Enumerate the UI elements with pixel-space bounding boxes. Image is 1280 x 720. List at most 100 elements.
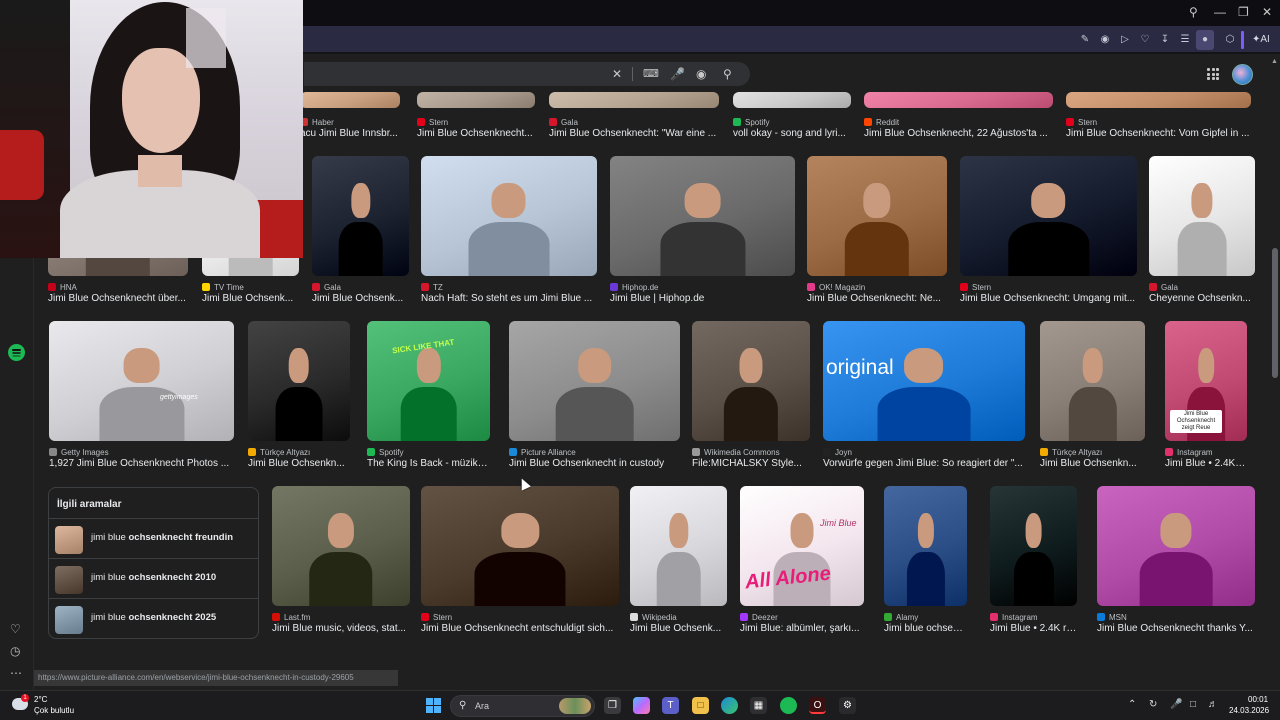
result-title[interactable]: Jimi Blue | Hiphop.de [610,293,795,306]
mic-icon[interactable]: 🎤 [670,67,685,81]
result-title[interactable]: Jimi Blue Ochsenk... [202,293,299,306]
weather-desc[interactable]: Çok bulutlu [34,706,74,715]
clock-date[interactable]: 24.03.2026 [1229,706,1269,715]
weather-temp[interactable]: 2°C [34,695,47,704]
spotify-icon[interactable] [8,344,25,361]
more-icon[interactable]: ⋯ [10,666,22,680]
result-thumbnail[interactable] [610,156,795,276]
result-thumbnail[interactable] [421,156,597,276]
keyboard-icon[interactable]: ⌨ [643,67,659,81]
search-input[interactable]: ✕ ⌨ 🎤 ◉ ⚲ [304,62,750,86]
result-thumbnail[interactable] [248,321,350,441]
result-thumbnail[interactable] [1066,92,1251,108]
result-thumbnail[interactable] [417,92,535,108]
edge-icon[interactable] [721,697,738,714]
result-title[interactable]: Jimi Blue Ochsenknecht thanks Y... [1097,623,1255,636]
settings-gear-icon[interactable]: ⚙ [839,697,856,714]
clock-time[interactable]: 00:01 [1248,695,1268,704]
result-title[interactable]: Vorwürfe gegen Jimi Blue: So reagiert de… [823,458,1025,471]
result-thumbnail[interactable] [421,486,619,606]
result-title[interactable]: voll okay - song and lyri... [733,128,851,141]
close-icon[interactable]: ✕ [612,67,622,81]
result-title[interactable]: Jimi Blue Ochsenknecht, 22 Ağustos'ta ..… [864,128,1053,141]
profile-avatar[interactable] [1232,64,1253,85]
result-source[interactable]: Joyn [823,446,1025,458]
history-icon[interactable]: ◷ [10,644,20,658]
related-search-item[interactable]: jimi blue ochsenknecht 2010 [49,558,258,596]
scroll-up-icon[interactable]: ▲ [1271,58,1278,65]
result-source[interactable]: Picture Alliance [509,446,680,458]
result-thumbnail[interactable] [990,486,1077,606]
volume-icon[interactable]: ♬ [1208,699,1218,710]
result-thumbnail[interactable] [807,156,947,276]
result-title[interactable]: Jimi Blue Ochsenkn... [1040,458,1145,471]
result-source[interactable]: Getty Images [49,446,234,458]
heart-icon[interactable]: ♡ [1139,34,1151,46]
result-source[interactable]: Deezer [740,611,864,623]
restore-icon[interactable]: ❐ [1238,5,1249,19]
taskbar-search[interactable]: ⚲ Ara [450,695,595,717]
result-source[interactable]: Stern [960,281,1137,293]
result-source[interactable]: Spotify [733,116,851,128]
result-title[interactable]: Jimi blue ochsenkn... [884,623,967,636]
result-thumbnail[interactable] [367,321,490,441]
result-title[interactable]: Jimi Blue: albümler, şarkı... [740,623,864,636]
result-thumbnail[interactable] [1040,321,1145,441]
result-thumbnail[interactable] [733,92,851,108]
result-title[interactable]: Jimi Blue Ochsenknecht entschuldigt sich… [421,623,619,636]
result-title[interactable]: Jimi Blue Ochsenk... [630,623,727,636]
store-icon[interactable]: ▦ [750,697,767,714]
result-source[interactable]: Türkçe Altyazı [1040,446,1145,458]
chevron-up-icon[interactable]: ⌃ [1128,699,1136,710]
windows-start-icon[interactable] [426,698,441,713]
result-thumbnail[interactable] [312,156,409,276]
scroll-thumb[interactable] [1272,248,1278,378]
result-source[interactable]: Haber [300,116,400,128]
result-title[interactable]: File:MICHALSKY Style... [692,458,810,471]
result-source[interactable]: Last.fm [272,611,410,623]
result-source[interactable]: Türkçe Altyazı [248,446,350,458]
scrollbar[interactable]: ▲ [1270,56,1280,690]
result-title[interactable]: Jimi Blue Ochsenknecht in custody [509,458,680,471]
result-thumbnail[interactable] [864,92,1053,108]
lens-icon[interactable]: ◉ [696,67,706,81]
result-thumbnail[interactable] [630,486,727,606]
result-title[interactable]: Cheyenne Ochsenkn... [1149,293,1255,306]
result-source[interactable]: Instagram [1165,446,1247,458]
task-view-icon[interactable]: ❐ [604,697,621,714]
box-icon[interactable]: ⬡ [1224,34,1236,46]
result-title[interactable]: Nach Haft: So steht es um Jimi Blue ... [421,293,597,306]
ai-button[interactable]: ✦AI [1252,31,1276,49]
result-thumbnail[interactable] [823,321,1025,441]
result-source[interactable]: Stern [1066,116,1251,128]
result-source[interactable]: Reddit [864,116,1053,128]
apps-grid-icon[interactable] [1207,68,1219,80]
result-thumbnail[interactable] [960,156,1137,276]
menu-icon[interactable]: ☰ [1179,34,1191,46]
teams-icon[interactable]: T [662,697,679,714]
result-source[interactable]: TZ [421,281,597,293]
result-title[interactable]: Jimi Blue Ochsenknecht über... [48,293,188,306]
result-source[interactable]: Gala [1149,281,1255,293]
result-title[interactable]: Jimi Blue Ochsenknecht... [417,128,535,141]
result-source[interactable]: Stern [417,116,535,128]
result-source[interactable]: Spotify [367,446,490,458]
minimize-icon[interactable]: — [1214,5,1226,19]
result-source[interactable]: Wikipedia [630,611,727,623]
copilot-icon[interactable] [633,697,650,714]
result-source[interactable]: MSN [1097,611,1255,623]
related-search-item[interactable]: jimi blue ochsenknecht 2025 [49,598,258,636]
result-title[interactable]: The King Is Back - müzik v... [367,458,490,471]
result-title[interactable]: Jimi Blue • 2.4K re... [1165,458,1247,471]
search-icon[interactable]: ⚲ [723,67,732,81]
result-thumbnail[interactable] [49,321,234,441]
result-source[interactable]: Stern [421,611,619,623]
camera-icon[interactable]: ◉ [1099,34,1111,46]
result-source[interactable]: Alamy [884,611,967,623]
result-title[interactable]: Jimi Blue Ochsenknecht: Ne... [807,293,947,306]
result-thumbnail[interactable] [549,92,719,108]
network-icon[interactable]: □ [1190,699,1196,710]
result-source[interactable]: TV Time [202,281,299,293]
result-thumbnail[interactable] [1097,486,1255,606]
download-icon[interactable]: ↧ [1159,34,1171,46]
